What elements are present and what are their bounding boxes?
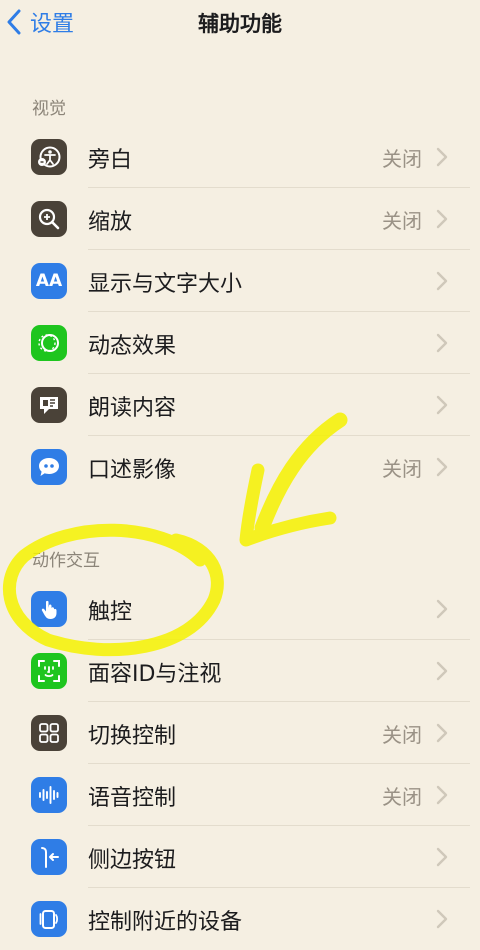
chevron-right-icon (436, 785, 448, 805)
face-id-icon (31, 653, 67, 689)
row-label: 触控 (88, 600, 133, 625)
row-switch-control[interactable]: 切换控制 关闭 (0, 702, 480, 764)
audio-description-icon (31, 449, 67, 485)
row-zoom[interactable]: 缩放 关闭 (0, 188, 480, 250)
row-label: 口述影像 (88, 458, 177, 483)
chevron-right-icon (436, 209, 448, 229)
row-value: 关闭 (382, 457, 422, 481)
row-spoken-content[interactable]: 朗读内容 (0, 374, 480, 436)
row-voiceover[interactable]: 旁白 关闭 (0, 126, 480, 188)
row-voice-control[interactable]: 语音控制 关闭 (0, 764, 480, 826)
section-header-vision: 视觉 (32, 99, 66, 119)
chevron-right-icon (436, 147, 448, 167)
row-label: 朗读内容 (88, 396, 177, 421)
chevron-right-icon (436, 271, 448, 291)
chevron-right-icon (436, 847, 448, 867)
row-label: 缩放 (88, 210, 133, 235)
voiceover-icon (31, 139, 67, 175)
touch-hand-icon (31, 591, 67, 627)
row-value: 关闭 (382, 785, 422, 809)
page-title: 辅助功能 (198, 12, 282, 36)
zoom-icon (31, 201, 67, 237)
side-button-icon (31, 839, 67, 875)
row-label: 侧边按钮 (88, 848, 177, 873)
chevron-right-icon (436, 457, 448, 477)
row-side-button[interactable]: 侧边按钮 (0, 826, 480, 888)
row-value: 关闭 (382, 147, 422, 171)
row-touch[interactable]: 触控 (0, 578, 480, 640)
row-label: 控制附近的设备 (88, 910, 243, 935)
row-value: 关闭 (382, 209, 422, 233)
row-audio-description[interactable]: 口述影像 关闭 (0, 436, 480, 498)
row-label: 显示与文字大小 (88, 272, 243, 297)
spoken-content-icon (31, 387, 67, 423)
row-label: 切换控制 (88, 724, 177, 749)
row-value: 关闭 (382, 723, 422, 747)
row-label: 旁白 (88, 148, 133, 173)
motion-icon (31, 325, 67, 361)
section-header-interaction: 动作交互 (32, 551, 100, 571)
voice-control-icon (31, 777, 67, 813)
row-control-nearby-devices[interactable]: 控制附近的设备 (0, 888, 480, 950)
switch-control-icon (31, 715, 67, 751)
row-label: 语音控制 (88, 786, 177, 811)
chevron-right-icon (436, 333, 448, 353)
row-face-id-attention[interactable]: 面容ID与注视 (0, 640, 480, 702)
chevron-right-icon (436, 909, 448, 929)
chevron-right-icon (436, 599, 448, 619)
chevron-right-icon (436, 661, 448, 681)
row-label: 动态效果 (88, 334, 177, 359)
navigation-bar: 设置 辅助功能 (0, 0, 480, 44)
row-label: 面容ID与注视 (88, 662, 222, 687)
text-size-icon: AA (31, 263, 67, 299)
row-motion[interactable]: 动态效果 (0, 312, 480, 374)
chevron-right-icon (436, 723, 448, 743)
row-display-text-size[interactable]: AA 显示与文字大小 (0, 250, 480, 312)
nearby-devices-icon (31, 901, 67, 937)
chevron-right-icon (436, 395, 448, 415)
